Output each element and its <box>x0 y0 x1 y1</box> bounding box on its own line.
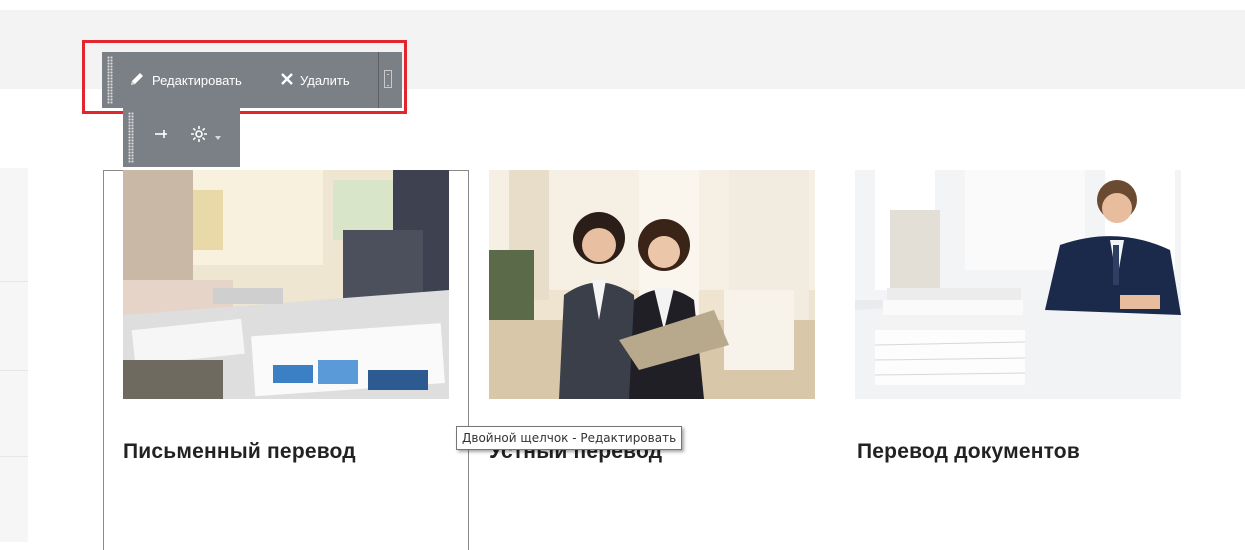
pin-button[interactable] <box>153 124 169 148</box>
toolbar-highlight-frame <box>82 40 407 114</box>
settings-button[interactable] <box>189 124 221 148</box>
chevron-down-icon <box>215 127 221 145</box>
edit-hint-tooltip: Двойной щелчок - Редактировать <box>456 426 683 450</box>
left-side-rail <box>0 168 28 542</box>
card-image-document-translation <box>855 170 1181 399</box>
rail-divider <box>0 370 28 371</box>
card-title-document-translation[interactable]: Перевод документов <box>857 440 1080 464</box>
card-title-written-translation[interactable]: Письменный перевод <box>123 440 356 464</box>
rail-divider <box>0 281 28 282</box>
rail-divider <box>0 456 28 457</box>
card-image-written-translation <box>123 170 449 399</box>
pin-icon <box>153 126 169 147</box>
drag-handle[interactable] <box>128 112 134 163</box>
card-image-oral-translation <box>489 170 815 399</box>
gear-icon <box>189 124 209 149</box>
block-sub-toolbar <box>123 108 240 167</box>
